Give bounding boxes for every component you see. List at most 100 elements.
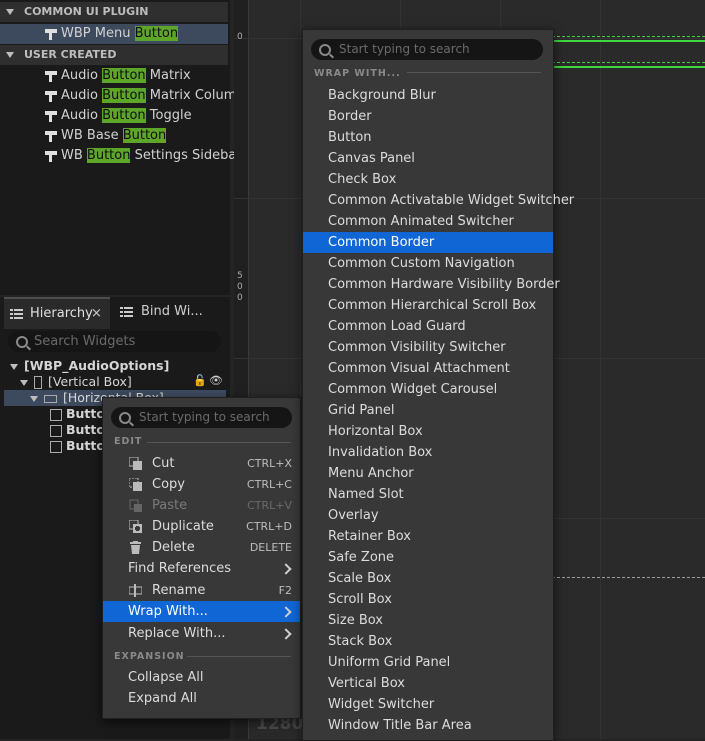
menu-item-find-references[interactable]: Find References bbox=[103, 558, 300, 579]
widget-icon bbox=[45, 151, 57, 162]
chevron-right-icon bbox=[280, 563, 292, 575]
wrap-item[interactable]: Window Title Bar Area bbox=[303, 715, 553, 736]
menu-item-expand-all[interactable]: Expand All bbox=[103, 688, 300, 709]
hierarchy-search-input[interactable]: Search Widgets bbox=[8, 331, 221, 352]
wrap-item[interactable]: Common Widget Carousel bbox=[303, 379, 553, 400]
context-search-input[interactable]: Start typing to search bbox=[111, 407, 292, 428]
wrap-item[interactable]: Common Custom Navigation bbox=[303, 253, 553, 274]
wrap-item[interactable]: Scale Box bbox=[303, 568, 553, 589]
menu-item-replace-with[interactable]: Replace With... bbox=[103, 623, 300, 644]
menu-item-copy[interactable]: Copy CTRL+C bbox=[103, 474, 300, 495]
close-icon[interactable]: × bbox=[91, 299, 102, 329]
tab-label: Bind Wi... bbox=[141, 304, 203, 319]
wrap-item[interactable]: Canvas Panel bbox=[303, 148, 553, 169]
tree-vertical-box[interactable]: [Vertical Box] bbox=[20, 374, 132, 390]
tree-button-2[interactable]: Butto bbox=[50, 422, 105, 438]
wrap-item[interactable]: Overlay bbox=[303, 505, 553, 526]
wrap-item[interactable]: Grid Panel bbox=[303, 400, 553, 421]
palette-item-wbp-menu-button[interactable]: WBP Menu Button bbox=[0, 24, 228, 44]
category-label: USER CREATED bbox=[24, 48, 117, 61]
wrap-with-submenu: Start typing to search WRAP WITH... Back… bbox=[302, 29, 574, 741]
expand-arrow-icon bbox=[30, 395, 38, 402]
widget-icon bbox=[45, 71, 57, 82]
wrap-item[interactable]: Check Box bbox=[303, 169, 553, 190]
widget-icon bbox=[45, 29, 57, 40]
palette-category-user-created[interactable]: USER CREATED bbox=[0, 45, 228, 65]
wrap-item[interactable]: Common Border bbox=[303, 232, 553, 253]
wrap-item[interactable]: Common Load Guard bbox=[303, 316, 553, 337]
wrap-item[interactable]: Common Visual Attachment bbox=[303, 358, 553, 379]
wrap-item[interactable]: Scroll Box bbox=[303, 589, 553, 610]
wrap-item[interactable]: Button bbox=[303, 127, 553, 148]
vertical-box-icon bbox=[34, 376, 42, 389]
palette-category-common-ui[interactable]: COMMON UI PLUGIN bbox=[0, 2, 228, 22]
section-header-wrap-with: WRAP WITH... bbox=[314, 68, 401, 79]
menu-item-wrap-with[interactable]: Wrap With... bbox=[103, 601, 300, 622]
wrap-item[interactable]: Size Box bbox=[303, 610, 553, 631]
eye-icon[interactable]: 👁 bbox=[209, 374, 223, 387]
wrap-item[interactable]: Menu Anchor bbox=[303, 463, 553, 484]
palette-item-label: WB Base Button bbox=[61, 128, 167, 143]
wrap-item[interactable]: Invalidation Box bbox=[303, 442, 553, 463]
search-icon bbox=[119, 412, 131, 424]
tab-hierarchy[interactable]: Hierarchy × bbox=[4, 297, 110, 329]
category-label: COMMON UI PLUGIN bbox=[24, 5, 149, 18]
search-icon bbox=[16, 336, 28, 348]
menu-item-rename[interactable]: Rename F2 bbox=[103, 580, 300, 601]
safe-zone-guide bbox=[552, 577, 705, 578]
wrap-item[interactable]: Common Activatable Widget Switcher bbox=[303, 190, 574, 211]
wrap-item[interactable]: Named Slot bbox=[303, 484, 553, 505]
palette-item-wb-button-settings-sidebar[interactable]: WB Button Settings Sidebar bbox=[0, 146, 242, 166]
wrap-item[interactable]: Stack Box bbox=[303, 631, 553, 652]
wrap-item[interactable]: Vertical Box bbox=[303, 673, 553, 694]
palette-item-audio-button-matrix-column[interactable]: Audio Button Matrix Column bbox=[0, 86, 245, 106]
tab-bind-widgets[interactable]: Bind Wi... bbox=[112, 297, 228, 327]
wrap-item[interactable]: Uniform Grid Panel bbox=[303, 652, 553, 673]
tab-label: Hierarchy bbox=[30, 306, 93, 321]
palette-item-wb-base-button[interactable]: WB Base Button bbox=[0, 126, 228, 146]
menu-item-cut[interactable]: Cut CTRL+X bbox=[103, 453, 300, 474]
selection-guide bbox=[552, 66, 705, 68]
expand-arrow-icon bbox=[10, 363, 18, 370]
copy-icon bbox=[129, 478, 142, 491]
tree-button-3[interactable]: Butto bbox=[50, 438, 105, 454]
collapse-arrow-icon bbox=[6, 52, 14, 58]
palette-item-audio-button-matrix[interactable]: Audio Button Matrix bbox=[0, 66, 228, 86]
wrap-item[interactable]: Retainer Box bbox=[303, 526, 553, 547]
ruler-label: 0 bbox=[237, 282, 243, 292]
wrap-item[interactable]: Common Hierarchical Scroll Box bbox=[303, 295, 553, 316]
palette-item-label: Audio Button Toggle bbox=[61, 108, 192, 123]
wrap-item[interactable]: Common Hardware Visibility Border bbox=[303, 274, 560, 295]
horizontal-box-icon bbox=[44, 394, 57, 403]
palette-item-label: Audio Button Matrix Column bbox=[61, 88, 245, 103]
paste-icon bbox=[129, 499, 142, 512]
wrap-item[interactable]: Background Blur bbox=[303, 85, 553, 106]
lock-icon[interactable]: 🔓 bbox=[193, 374, 207, 387]
wrap-search-input[interactable]: Start typing to search bbox=[311, 39, 543, 60]
wrap-item[interactable]: Horizontal Box bbox=[303, 421, 553, 442]
divider bbox=[407, 72, 541, 73]
menu-item-collapse-all[interactable]: Collapse All bbox=[103, 667, 300, 688]
chevron-right-icon bbox=[280, 628, 292, 640]
button-icon bbox=[50, 424, 62, 437]
section-header-expansion: EXPANSION bbox=[114, 651, 185, 662]
duplicate-icon bbox=[129, 520, 142, 533]
tree-root[interactable]: [WBP_AudioOptions] bbox=[10, 358, 169, 374]
tree-button-1[interactable]: Butto bbox=[50, 406, 105, 422]
menu-item-duplicate[interactable]: Duplicate CTRL+D bbox=[103, 516, 300, 537]
palette-item-label: WBP Menu Button bbox=[61, 26, 179, 41]
wrap-item[interactable]: Widget Switcher bbox=[303, 694, 553, 715]
cut-icon bbox=[129, 457, 142, 470]
palette-item-audio-button-toggle[interactable]: Audio Button Toggle bbox=[0, 106, 228, 126]
widget-icon bbox=[45, 131, 57, 142]
context-menu: Start typing to search EDIT Cut CTRL+X C… bbox=[102, 397, 301, 719]
divider bbox=[147, 442, 291, 443]
menu-item-paste[interactable]: Paste CTRL+V bbox=[103, 495, 300, 516]
wrap-item[interactable]: Common Visibility Switcher bbox=[303, 337, 553, 358]
wrap-item[interactable]: Safe Zone bbox=[303, 547, 553, 568]
wrap-item[interactable]: Common Animated Switcher bbox=[303, 211, 553, 232]
menu-item-delete[interactable]: Delete DELETE bbox=[103, 537, 300, 558]
search-placeholder: Start typing to search bbox=[139, 410, 270, 424]
list-icon bbox=[10, 309, 23, 319]
wrap-item[interactable]: Border bbox=[303, 106, 553, 127]
